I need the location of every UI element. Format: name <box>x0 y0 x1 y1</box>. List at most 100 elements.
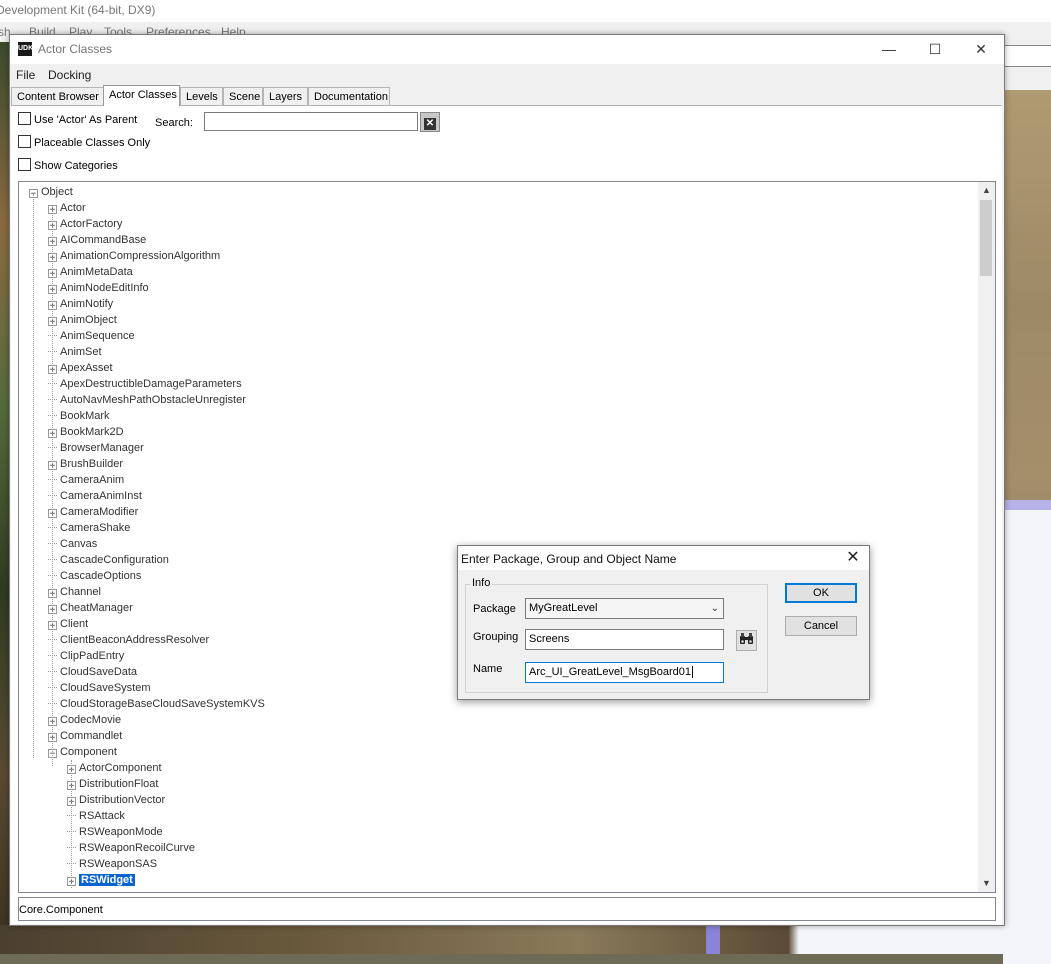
tree-root-object[interactable]: − Object <box>29 184 73 200</box>
tree-item-label: ClipPadEntry <box>60 650 125 662</box>
window-titlebar[interactable]: UDK Actor Classes — ☐ ✕ <box>10 35 1004 64</box>
search-input[interactable] <box>204 112 418 131</box>
tree-item[interactable]: + BookMark2D <box>48 424 124 440</box>
scroll-up-arrow-icon[interactable]: ▲ <box>978 182 995 199</box>
tree-item[interactable]: + CameraModifier <box>48 504 138 520</box>
tree-item[interactable]: + DistributionVector <box>67 792 165 808</box>
tree-item[interactable]: + Client <box>48 616 88 632</box>
tree-item[interactable]: CameraAnim <box>48 472 124 488</box>
tree-item[interactable]: ApexDestructibleDamageParameters <box>48 376 242 392</box>
udk-app-icon: UDK <box>18 42 33 56</box>
tree-item-label: Channel <box>60 586 101 598</box>
tree-scrollbar[interactable]: ▲ ▼ <box>978 182 995 892</box>
tree-item[interactable]: + CheatManager <box>48 600 133 616</box>
tree-item[interactable]: + AnimationCompressionAlgorithm <box>48 248 220 264</box>
tree-item[interactable]: CameraAnimInst <box>48 488 142 504</box>
text-caret <box>692 666 694 678</box>
bg-window-title: Development Kit (64-bit, DX9) <box>0 3 156 17</box>
tree-item[interactable]: RSAttack <box>67 808 125 824</box>
tree-item[interactable]: CloudStorageBaseCloudSaveSystemKVS <box>48 696 265 712</box>
tree-item-label: ActorComponent <box>79 762 162 774</box>
class-tree[interactable]: − Object + Actor + ActorFactory + AICommandBase… <box>18 181 996 893</box>
tab-actor-classes[interactable]: Actor Classes <box>103 85 180 106</box>
tree-item-label: AutoNavMeshPathObstacleUnregister <box>60 394 246 406</box>
checkbox-box[interactable] <box>18 158 31 171</box>
tab-strip: Content Browser Actor Classes Levels Sce… <box>10 85 1004 106</box>
show-categories-checkbox[interactable]: Show Categories <box>18 158 118 174</box>
tree-item[interactable]: + BrushBuilder <box>48 456 123 472</box>
grouping-input[interactable]: Screens <box>525 629 724 650</box>
tree-item-label: CameraModifier <box>60 506 139 518</box>
tree-item[interactable]: + AnimObject <box>48 312 117 328</box>
tree-guide-line <box>52 206 53 766</box>
tab-layers[interactable]: Layers <box>263 87 308 105</box>
tree-item[interactable]: CascadeOptions <box>48 568 141 584</box>
tree-item[interactable]: + AnimNodeEditInfo <box>48 280 149 296</box>
tree-item[interactable]: ClientBeaconAddressResolver <box>48 632 209 648</box>
tree-item[interactable]: BookMark <box>48 408 110 424</box>
close-button[interactable]: ✕ <box>958 35 1004 64</box>
tree-item-label: BrushBuilder <box>60 458 123 470</box>
cancel-button[interactable]: Cancel <box>785 616 857 636</box>
tree-item-label: DistributionVector <box>79 794 166 806</box>
dialog-titlebar[interactable]: Enter Package, Group and Object Name ✕ <box>458 546 869 570</box>
browse-button[interactable] <box>736 630 757 651</box>
tree-item[interactable]: + AnimNotify <box>48 296 113 312</box>
tree-item[interactable]: AnimSet <box>48 344 102 360</box>
use-actor-parent-checkbox[interactable]: Use 'Actor' As Parent <box>18 112 137 128</box>
bg-panel-edge <box>706 925 720 954</box>
chevron-down-icon: ⌄ <box>710 603 719 614</box>
ok-button[interactable]: OK <box>785 583 857 603</box>
scroll-down-arrow-icon[interactable]: ▼ <box>978 875 995 892</box>
tree-item[interactable]: RSWeaponRecoilCurve <box>67 840 195 856</box>
tree-item[interactable]: Canvas <box>48 536 97 552</box>
menu-file[interactable]: File <box>16 68 35 82</box>
tree-item[interactable]: + DistributionFloat <box>67 776 158 792</box>
tree-item[interactable]: + CodecMovie <box>48 712 121 728</box>
placeable-only-checkbox[interactable]: Placeable Classes Only <box>18 135 150 151</box>
tree-item[interactable]: + AnimMetaData <box>48 264 133 280</box>
scroll-thumb[interactable] <box>980 200 992 276</box>
tab-scene[interactable]: Scene <box>223 87 263 105</box>
tree-item[interactable]: CloudSaveSystem <box>48 680 151 696</box>
tree-item[interactable]: ClipPadEntry <box>48 648 124 664</box>
tree-item-label: CameraShake <box>60 522 131 534</box>
checkbox-box[interactable] <box>18 112 31 125</box>
tree-item[interactable]: + RSWidget <box>67 872 135 888</box>
tree-item[interactable]: RSWeaponSAS <box>67 856 157 872</box>
tree-item[interactable]: + Actor <box>48 200 86 216</box>
name-input[interactable]: Arc_UI_GreatLevel_MsgBoard01 <box>525 662 724 683</box>
maximize-button[interactable]: ☐ <box>912 35 958 64</box>
tree-item[interactable]: RSWeaponMode <box>67 824 163 840</box>
package-select[interactable]: MyGreatLevel ⌄ <box>525 598 724 619</box>
tree-item-label: ApexDestructibleDamageParameters <box>60 378 242 390</box>
tree-item-label: CameraAnimInst <box>60 490 142 502</box>
tree-item[interactable]: + ActorComponent <box>67 760 162 776</box>
tree-item[interactable]: AnimSequence <box>48 328 135 344</box>
tree-item[interactable]: BrowserManager <box>48 440 144 456</box>
window-title: Actor Classes <box>38 42 113 56</box>
tree-item[interactable]: + ActorFactory <box>48 216 122 232</box>
tree-item[interactable]: + Channel <box>48 584 101 600</box>
clear-search-button[interactable]: ✕ <box>420 112 440 132</box>
tree-item[interactable]: CloudSaveData <box>48 664 137 680</box>
tree-item[interactable]: + AICommandBase <box>48 232 146 248</box>
tree-item-label: CameraAnim <box>60 474 125 486</box>
tab-levels[interactable]: Levels <box>180 87 223 105</box>
tree-item[interactable]: AutoNavMeshPathObstacleUnregister <box>48 392 246 408</box>
tree-item[interactable]: + ApexAsset <box>48 360 113 376</box>
minimize-button[interactable]: — <box>866 35 912 64</box>
checkbox-box[interactable] <box>18 135 31 148</box>
tree-item[interactable]: CascadeConfiguration <box>48 552 169 568</box>
tree-item-label: AnimationCompressionAlgorithm <box>60 250 221 262</box>
tree-item[interactable]: − Component <box>48 744 117 760</box>
menu-docking[interactable]: Docking <box>48 68 91 82</box>
tab-content-browser[interactable]: Content Browser <box>11 87 104 105</box>
bg-toolbar-field[interactable] <box>1004 45 1051 67</box>
tree-item-label: RSWeaponSAS <box>79 858 158 870</box>
bg-titlebar: Development Kit (64-bit, DX9) <box>0 0 1051 22</box>
tree-item[interactable]: + Commandlet <box>48 728 122 744</box>
dialog-close-button[interactable]: ✕ <box>841 547 865 569</box>
tab-documentation[interactable]: Documentation <box>308 87 390 105</box>
tree-item[interactable]: CameraShake <box>48 520 130 536</box>
